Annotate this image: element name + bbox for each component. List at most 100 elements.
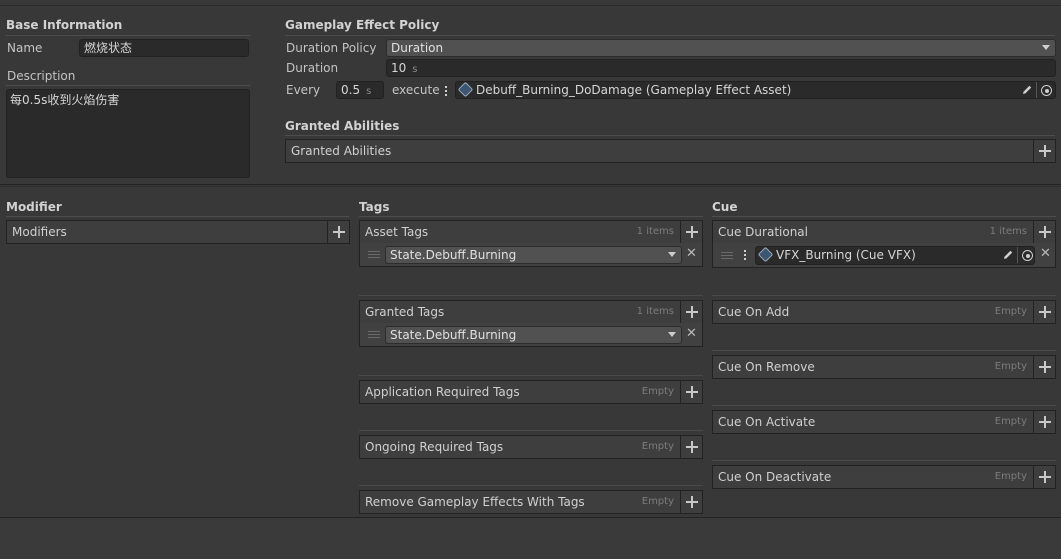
name-label: Name [7,41,43,55]
cue-separator [712,405,1056,406]
application-required-tags-count: Empty [641,386,674,397]
cue-on-add-list: Cue On Add Empty [712,300,1056,324]
tags-header: Tags [359,200,390,214]
pencil-icon[interactable] [1002,249,1014,261]
section-divider-2 [0,186,1061,187]
chevron-down-icon [668,332,676,337]
base-info-underline [6,35,250,36]
pencil-icon[interactable] [1021,84,1033,96]
granted-tags-count: 1 items [636,306,674,317]
every-unit: s [366,86,372,97]
ongoing-required-tags-count: Empty [641,441,674,452]
plus-icon[interactable] [1033,466,1055,488]
asset-tags-body: State.Debuff.Burning ✕ [359,243,703,267]
plus-icon[interactable] [327,221,349,243]
cue-on-add-count: Empty [994,306,1027,317]
footer-area [0,518,1061,559]
chevron-down-icon [668,252,676,257]
tags-separator [359,485,703,486]
asset-tags-title: Asset Tags [365,225,429,239]
drag-handle-icon[interactable] [368,251,380,258]
object-picker-button[interactable] [1036,82,1053,98]
kebab-menu-icon[interactable] [445,86,447,98]
application-required-tags-list: Application Required Tags Empty [359,380,703,404]
cue-on-remove-list: Cue On Remove Empty [712,355,1056,379]
asset-icon [757,247,774,263]
name-field[interactable]: 燃烧状态 [79,39,249,57]
plus-icon[interactable] [1033,140,1055,162]
chevron-down-icon [1042,45,1050,50]
cue-on-deactivate-title: Cue On Deactivate [718,470,832,484]
cue-separator [712,295,1056,296]
cue-on-deactivate-list: Cue On Deactivate Empty [712,465,1056,489]
x-icon[interactable]: ✕ [1040,247,1051,260]
plus-icon[interactable] [680,221,702,243]
plus-icon[interactable] [1033,221,1055,243]
policy-underline [285,35,1055,36]
cue-on-activate-list: Cue On Activate Empty [712,410,1056,434]
tags-separator [359,295,703,296]
x-icon[interactable]: ✕ [686,247,697,260]
asset-icon [457,82,474,98]
duration-policy-label: Duration Policy [286,41,377,55]
cue-header: Cue [712,200,738,214]
cue-on-activate-title: Cue On Activate [718,415,816,429]
plus-icon[interactable] [1033,411,1055,433]
plus-icon[interactable] [680,301,702,323]
x-icon[interactable]: ✕ [686,327,697,340]
object-picker-icon [1041,85,1052,96]
plus-icon[interactable] [680,491,702,513]
description-field[interactable]: 每0.5s收到火焰伤害 [6,89,250,178]
execute-label: execute [392,83,440,97]
cue-durational-title: Cue Durational [718,225,808,239]
asset-tag-item-dropdown[interactable]: State.Debuff.Burning [385,246,682,264]
granted-tags-body: State.Debuff.Burning ✕ [359,323,703,347]
application-required-tags-title: Application Required Tags [365,385,520,399]
duration-field[interactable]: 10 s [386,59,1056,77]
object-picker-button[interactable] [1017,247,1034,263]
every-field[interactable]: 0.5 s [336,81,384,99]
ongoing-required-tags-title: Ongoing Required Tags [365,440,504,454]
asset-tags-count: 1 items [636,226,674,237]
drag-handle-icon[interactable] [721,252,733,259]
cue-durational-count: 1 items [989,226,1027,237]
granted-abilities-header: Granted Abilities [285,119,400,133]
asset-tags-list: Asset Tags 1 items [359,220,703,244]
cue-durational-body: VFX_Burning (Cue VFX) ✕ [712,243,1056,268]
policy-header: Gameplay Effect Policy [285,18,440,32]
granted-tags-list: Granted Tags 1 items [359,300,703,324]
cue-on-activate-count: Empty [994,416,1027,427]
cue-on-add-title: Cue On Add [718,305,790,319]
description-underline [6,85,250,86]
kebab-menu-icon[interactable] [744,250,746,262]
cue-separator [712,460,1056,461]
granted-tags-title: Granted Tags [365,305,445,319]
tags-separator [359,375,703,376]
plus-icon[interactable] [1033,301,1055,323]
tags-underline [359,216,703,217]
duration-unit: s [412,64,418,75]
duration-policy-dropdown[interactable]: Duration [386,39,1056,57]
section-divider [0,184,1061,185]
ongoing-required-tags-list: Ongoing Required Tags Empty [359,435,703,459]
granted-tag-item-dropdown[interactable]: State.Debuff.Burning [385,326,682,344]
description-label: Description [7,69,76,83]
cue-vfx-field[interactable]: VFX_Burning (Cue VFX) [755,246,1035,265]
cue-underline [712,216,1056,217]
object-picker-icon [1022,250,1033,261]
drag-handle-icon[interactable] [368,331,380,338]
cue-on-deactivate-count: Empty [994,471,1027,482]
duration-label: Duration [286,61,339,75]
execute-asset-name: Debuff_Burning_DoDamage (Gameplay Effect… [476,83,792,97]
duration-value: 10 [391,61,407,75]
plus-icon[interactable] [680,436,702,458]
plus-icon[interactable] [680,381,702,403]
execute-asset-field[interactable]: Debuff_Burning_DoDamage (Gameplay Effect… [455,81,1056,99]
plus-icon[interactable] [1033,356,1055,378]
modifiers-list-title: Modifiers [12,225,67,239]
remove-effects-tags-count: Empty [641,496,674,507]
top-divider [0,5,1061,6]
duration-policy-value: Duration [391,41,444,55]
cue-separator [712,350,1056,351]
modifier-header: Modifier [6,200,62,214]
